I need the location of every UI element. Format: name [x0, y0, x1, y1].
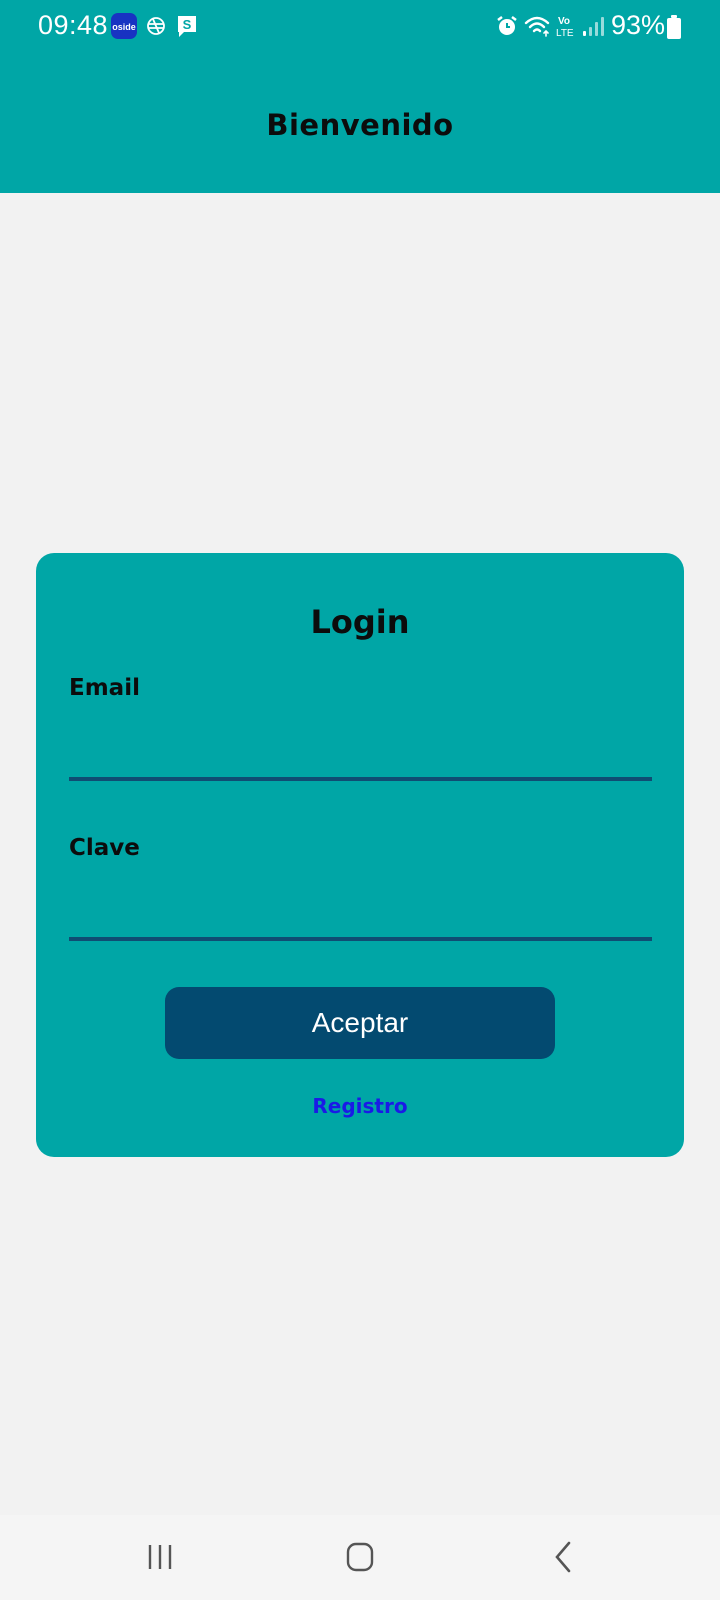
- svg-text:oside: oside: [112, 22, 136, 32]
- status-bar: 09:48 oside S Vo LTE 93%: [0, 0, 720, 52]
- login-screen: 09:48 oside S Vo LTE 93% Bienvenido Logi…: [0, 0, 720, 1600]
- s-chat-icon: S: [176, 14, 198, 42]
- password-field[interactable]: [69, 889, 652, 941]
- globe-icon: [146, 16, 166, 40]
- back-icon[interactable]: [533, 1535, 593, 1579]
- system-nav-bar: [0, 1515, 720, 1600]
- svg-text:Vo: Vo: [558, 16, 570, 27]
- recents-icon[interactable]: [131, 1535, 191, 1579]
- login-title: Login: [310, 603, 410, 641]
- register-link[interactable]: Registro: [36, 1094, 684, 1118]
- app-header: 09:48 oside S Vo LTE 93% Bienvenido: [0, 0, 720, 193]
- login-card: Login Email Clave Aceptar Registro: [36, 553, 684, 1157]
- svg-text:LTE: LTE: [556, 28, 574, 38]
- battery-icon: [667, 15, 681, 43]
- password-label: Clave: [69, 835, 140, 861]
- email-label: Email: [69, 675, 140, 701]
- status-time: 09:48: [38, 10, 109, 40]
- battery-percent: 93%: [611, 10, 666, 40]
- volte-icon: Vo LTE: [556, 14, 578, 42]
- page-title: Bienvenido: [266, 108, 454, 142]
- signal-icon: [582, 15, 604, 41]
- svg-text:S: S: [183, 17, 192, 32]
- alarm-icon: [496, 15, 518, 41]
- accept-button[interactable]: Aceptar: [165, 987, 555, 1059]
- oside-icon: oside: [111, 13, 137, 43]
- email-field[interactable]: [69, 729, 652, 781]
- wifi-icon: [524, 15, 552, 41]
- home-icon[interactable]: [330, 1535, 390, 1579]
